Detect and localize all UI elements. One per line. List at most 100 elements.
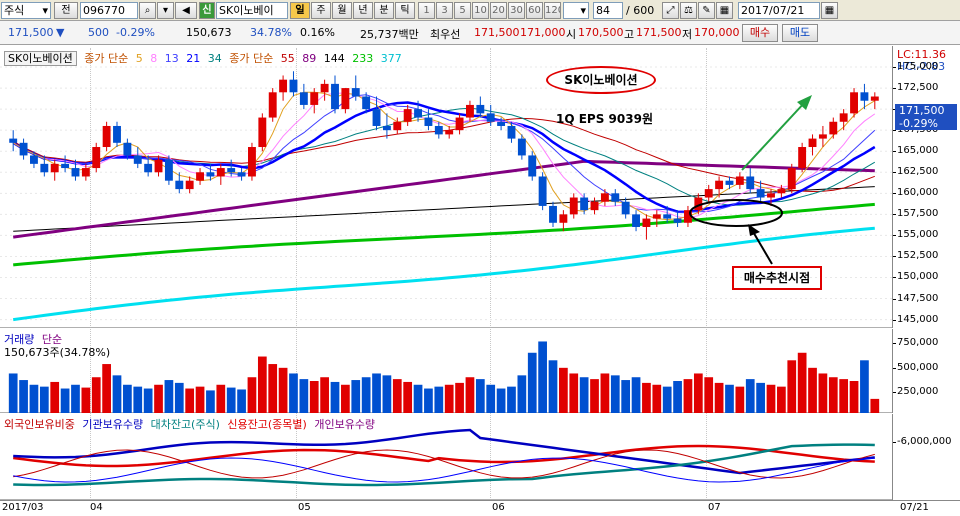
date-input[interactable]: 2017/07/21 [738,2,820,19]
market-select[interactable]: 주식 ▾ [1,2,51,19]
volume-bar [465,377,475,413]
legend-lending: 대차잔고(주식) [150,418,220,431]
current-price-pct: -0.29% [899,117,938,130]
interval-30[interactable]: 30 [508,2,525,19]
candle-body [642,218,651,227]
volume-bar [870,398,880,413]
buy-button[interactable]: 매수 [742,24,778,42]
candle-body [40,163,49,173]
volume-pane[interactable]: 거래량 단순 150,673주(34.78%) [0,329,892,413]
candle-body [133,155,142,164]
legend-individual: 개인보유수량 [314,418,376,431]
candle-body [258,117,267,148]
tab-yearly[interactable]: 년 [353,2,373,19]
candle-body [476,104,485,114]
interval-3[interactable]: 3 [436,2,453,19]
candle-body [185,180,194,190]
tab-tick[interactable]: 틱 [395,2,415,19]
candle-body [351,88,360,97]
interval-10[interactable]: 10 [472,2,489,19]
volume-bar [19,380,28,413]
sell-button[interactable]: 매도 [782,24,818,42]
volume-bar [860,360,869,413]
price-pane[interactable]: SK이노베이션 종가 단순 5 8 13 21 34 종가 단순 55 89 1… [0,46,892,328]
volume-bar [579,377,589,413]
legend-ma21: 21 [186,52,201,65]
volume-bar [382,375,392,413]
candle-body [808,138,817,148]
interval-60[interactable]: 60 [526,2,543,19]
volume-bar [424,388,433,413]
candle-body [559,214,568,223]
volume-bar [123,384,132,413]
volume-bar [195,386,205,413]
interval-1[interactable]: 1 [418,2,435,19]
candle-body [102,125,111,148]
interval-120[interactable]: 120 [544,2,561,19]
stock-name-field[interactable]: SK이노베이 [216,2,288,19]
volume-tick: 500,000 [893,362,960,373]
candle-body [528,155,537,177]
volume-bar [372,373,381,413]
best-bid: 171,000 [520,26,566,39]
tab-weekly[interactable]: 주 [311,2,331,19]
price-tick: 165,000 [893,145,960,156]
open-price: 170,500 [578,26,624,39]
calendar-icon[interactable]: ▦ [716,2,733,19]
speaker-icon[interactable]: ◀ [175,2,197,19]
count-total: / 600 [626,4,655,17]
chart-window: 주식 ▾ 전 096770 ⌕ ▾ ◀ 신 SK이노베이 일 주 월 년 분 틱… [0,0,960,516]
volume-bar [507,386,516,413]
candle-body [320,83,329,93]
volume-bar [610,375,620,413]
volume-bar [527,352,537,413]
volume-bar [185,388,195,413]
tab-monthly[interactable]: 월 [332,2,352,19]
candle-body [50,163,59,173]
volume-bar [642,382,651,413]
interval-5[interactable]: 5 [454,2,471,19]
candle-body [798,147,807,169]
volume-bar [330,381,340,413]
line-chart-icon[interactable]: ⤢ [662,2,679,19]
current-price-value: 171,500 [899,104,945,117]
volume-tick: 250,000 [893,386,960,397]
scale-icon[interactable]: ⚖ [680,2,697,19]
legend-ma377: 377 [380,52,402,65]
candle-body [382,125,391,131]
volume-bar [808,367,817,413]
code-input[interactable]: 096770 [80,2,138,19]
down-arrow-icon: ▼ [56,26,65,39]
dropdown-icon[interactable]: ▾ [157,2,174,19]
legend-foreign: 외국인보유비중 [4,418,75,431]
volume-bar [133,386,143,413]
candle-body [81,168,90,177]
best-ask: 171,500 [474,26,520,39]
candle-body [299,92,308,105]
volume-bar [818,373,828,413]
price-tick: 150,000 [893,271,960,282]
tab-daily[interactable]: 일 [290,2,310,19]
calendar-picker-icon[interactable]: ▦ [821,2,838,19]
prefix-button[interactable]: 전 [54,2,78,19]
price-tick: 155,000 [893,229,960,240]
candle-body [19,142,28,156]
search-icon[interactable]: ⌕ [139,2,156,19]
custom-interval-input[interactable]: ▾ [563,2,589,19]
volume-bar [455,382,464,413]
tools-icon[interactable]: ✎ [698,2,715,19]
volume-bar [226,387,236,413]
candle-body [331,83,339,110]
investor-pane[interactable]: 외국인보유비중 기관보유수량 대차잔고(주식) 신용잔고(종목별) 개인보유수량 [0,414,892,500]
volume-bar [787,360,797,413]
candle-body [787,168,796,190]
volume-bar [81,387,91,413]
count-input[interactable]: 84 [593,2,623,19]
tab-minute[interactable]: 분 [374,2,394,19]
candle-body [715,180,724,190]
candle-body [434,125,443,135]
volume-bar [766,384,776,413]
interval-20[interactable]: 20 [490,2,507,19]
candle-body [860,92,869,101]
volume-bar [475,379,485,413]
